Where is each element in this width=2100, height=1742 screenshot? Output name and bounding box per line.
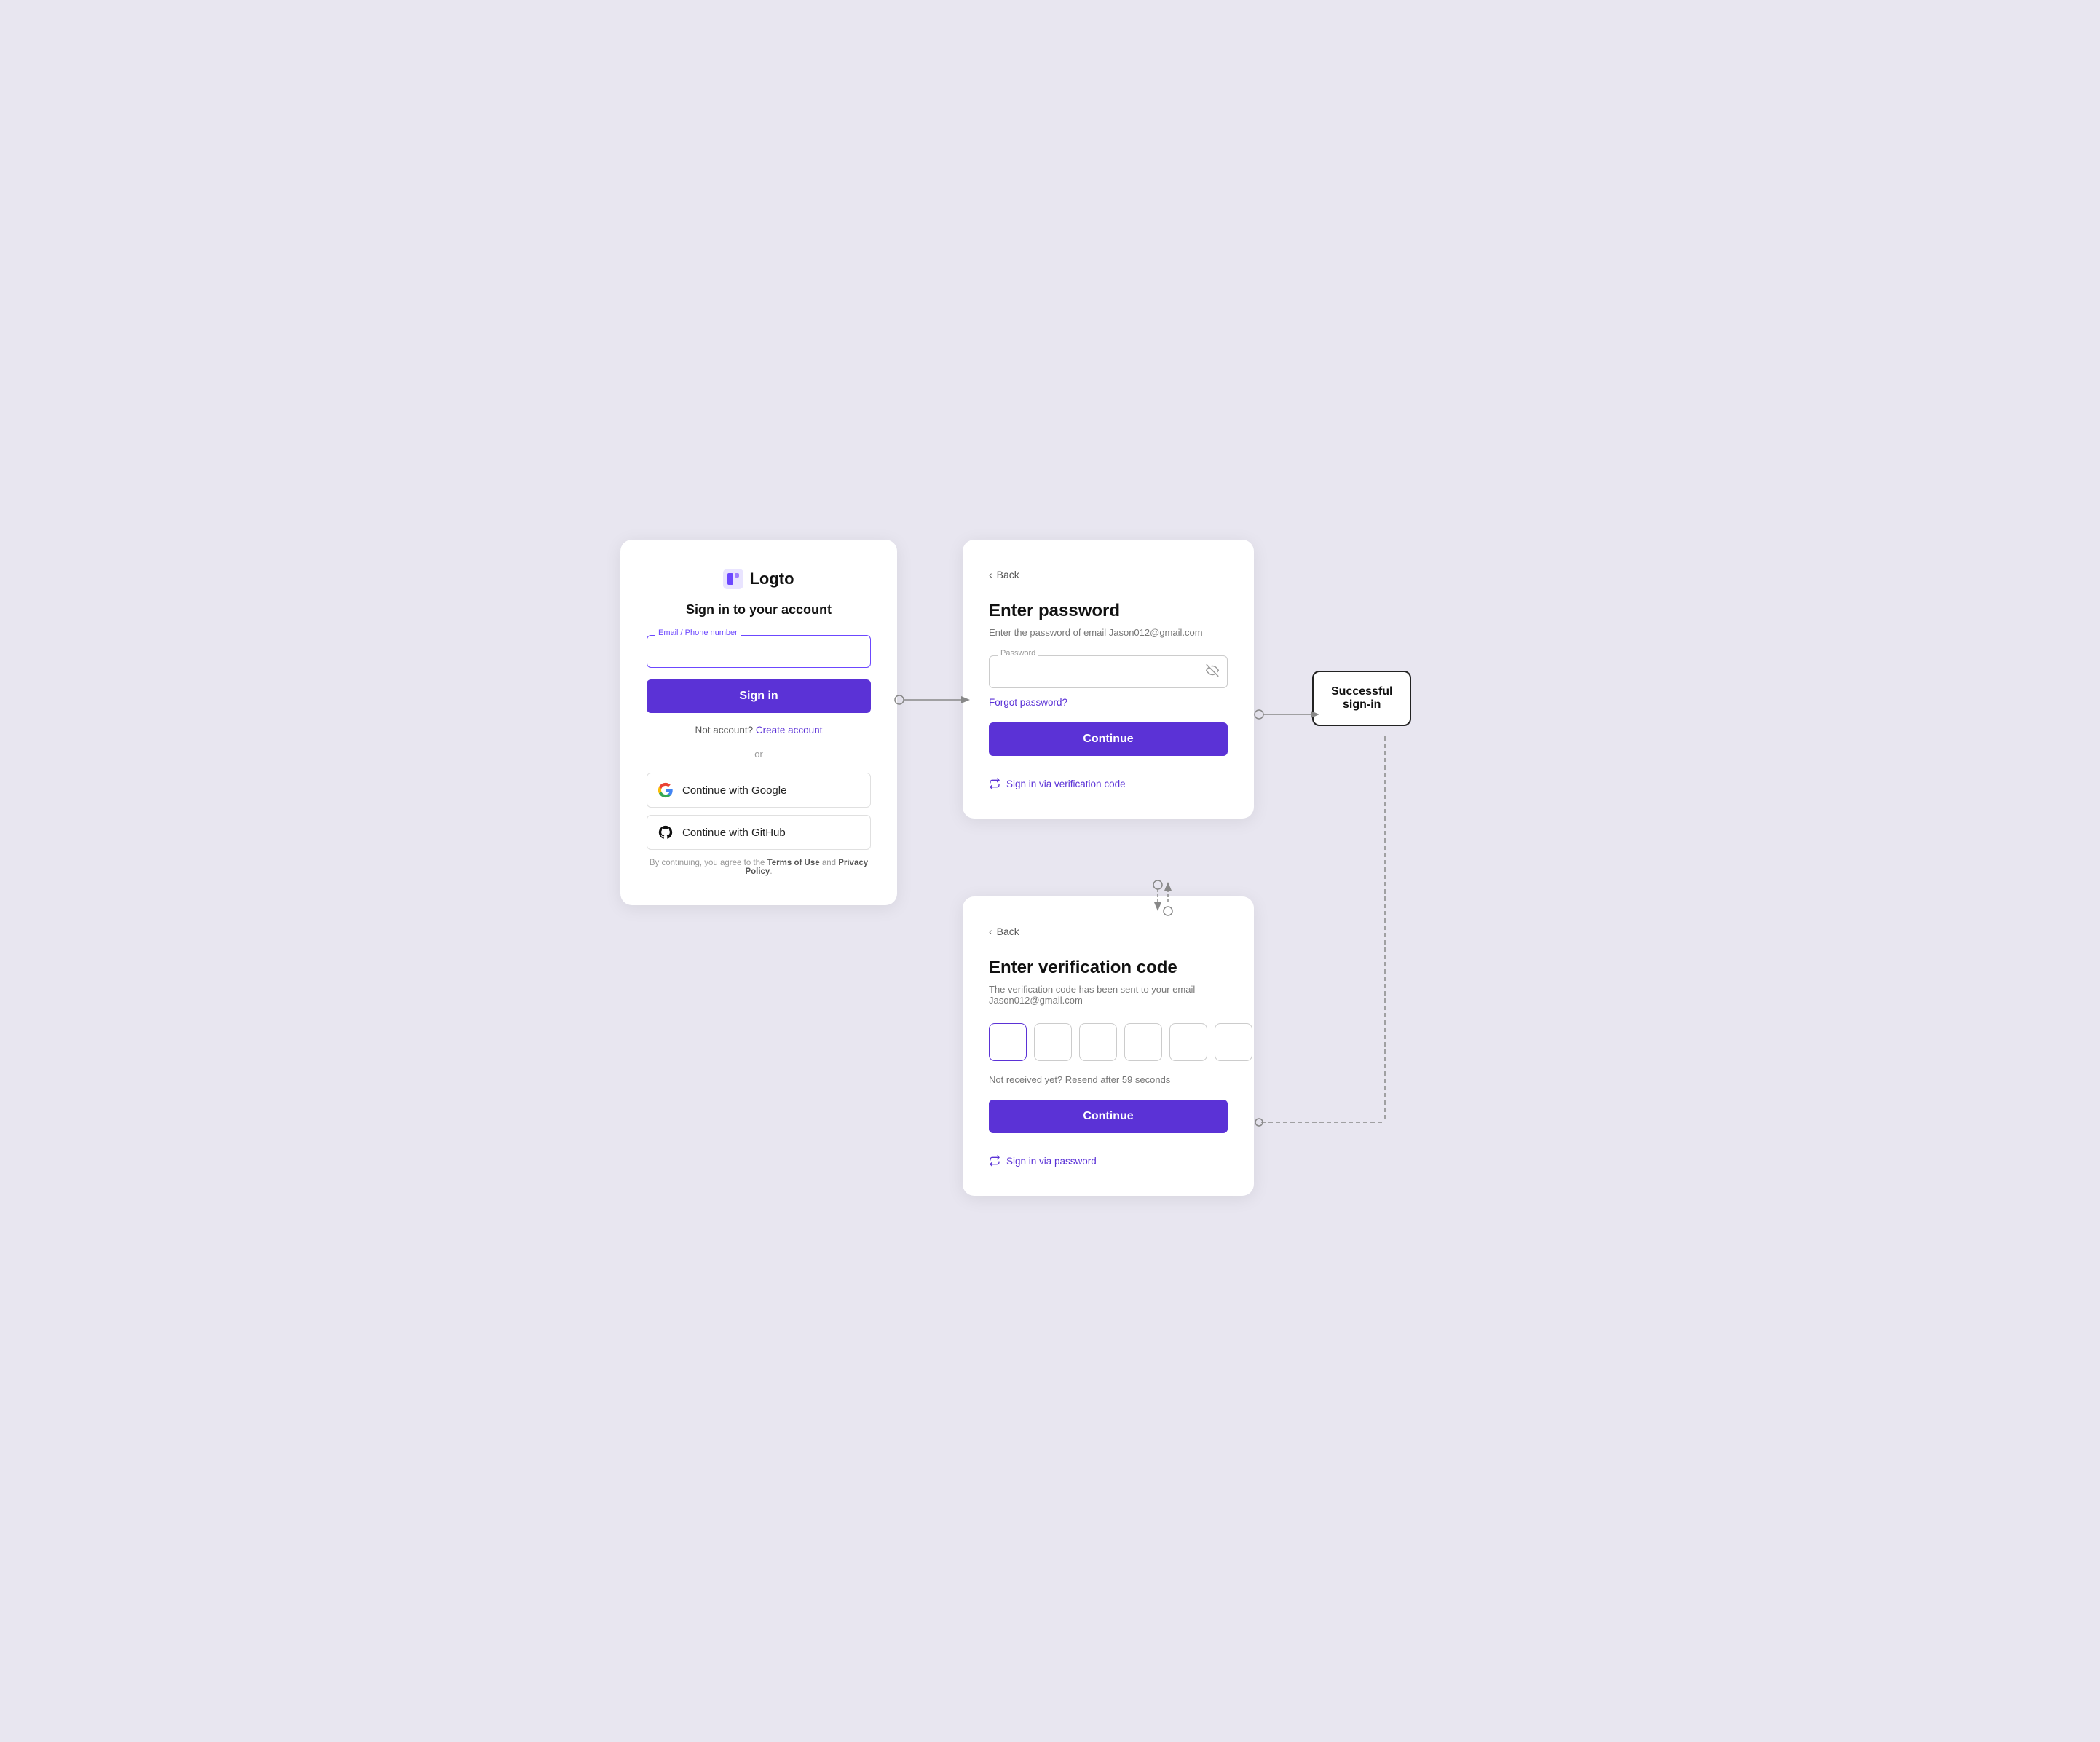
password-input[interactable] — [989, 655, 1228, 688]
github-signin-button[interactable]: Continue with GitHub — [647, 815, 871, 850]
verify-back-link[interactable]: ‹ Back — [989, 926, 1228, 937]
verify-link[interactable]: Sign in via verification code — [989, 778, 1228, 789]
password-continue-button[interactable]: Continue — [989, 722, 1228, 756]
password-back-link[interactable]: ‹ Back — [989, 569, 1228, 580]
create-account-link[interactable]: Create account — [756, 725, 823, 736]
no-account-text: Not account? Create account — [647, 725, 871, 736]
password-title: Enter password — [989, 601, 1228, 621]
logto-logo-icon — [723, 569, 743, 589]
verify-back-chevron-icon: ‹ — [989, 926, 992, 937]
google-signin-button[interactable]: Continue with Google — [647, 773, 871, 808]
signin-button[interactable]: Sign in — [647, 679, 871, 713]
logo-area: Logto — [647, 569, 871, 589]
success-line1: Successful — [1331, 685, 1392, 698]
signin-title: Sign in to your account — [647, 602, 871, 618]
github-icon — [658, 824, 674, 840]
email-field-group: Email / Phone number — [647, 635, 871, 668]
password-field-group: Password — [989, 655, 1228, 688]
email-phone-input[interactable] — [647, 635, 871, 668]
google-icon — [658, 782, 674, 798]
resend-text: Not received yet? Resend after 59 second… — [989, 1074, 1228, 1085]
success-line2: sign-in — [1331, 698, 1392, 712]
email-field-label: Email / Phone number — [655, 628, 741, 637]
terms-link[interactable]: Terms of Use — [767, 859, 820, 867]
switch-icon — [989, 778, 1000, 789]
code-input-2[interactable] — [1034, 1023, 1072, 1061]
password-switch-link[interactable]: Sign in via password — [989, 1155, 1228, 1167]
divider: or — [647, 749, 871, 760]
github-button-label: Continue with GitHub — [682, 827, 786, 839]
verify-continue-button[interactable]: Continue — [989, 1100, 1228, 1133]
code-input-4[interactable] — [1124, 1023, 1162, 1061]
signin-card: Logto Sign in to your account Email / Ph… — [620, 540, 897, 905]
switch-icon-2 — [989, 1155, 1000, 1167]
google-button-label: Continue with Google — [682, 784, 786, 797]
code-input-6[interactable] — [1215, 1023, 1252, 1061]
code-input-3[interactable] — [1079, 1023, 1117, 1061]
back-chevron-icon: ‹ — [989, 569, 992, 580]
logo-text: Logto — [749, 570, 794, 588]
password-card: ‹ Back Enter password Enter the password… — [963, 540, 1254, 819]
verification-card: ‹ Back Enter verification code The verif… — [963, 896, 1254, 1196]
code-input-1[interactable] — [989, 1023, 1027, 1061]
success-box: Successful sign-in — [1312, 671, 1411, 726]
forgot-password-link[interactable]: Forgot password? — [989, 697, 1228, 708]
password-field-label: Password — [998, 649, 1038, 658]
divider-text: or — [754, 749, 763, 760]
password-subtitle: Enter the password of email Jason012@gma… — [989, 627, 1228, 638]
code-inputs — [989, 1023, 1228, 1061]
eye-icon[interactable] — [1206, 663, 1219, 680]
code-input-5[interactable] — [1169, 1023, 1207, 1061]
verify-title: Enter verification code — [989, 958, 1228, 978]
verify-subtitle: The verification code has been sent to y… — [989, 984, 1228, 1006]
footer-text: By continuing, you agree to the Terms of… — [647, 859, 871, 876]
